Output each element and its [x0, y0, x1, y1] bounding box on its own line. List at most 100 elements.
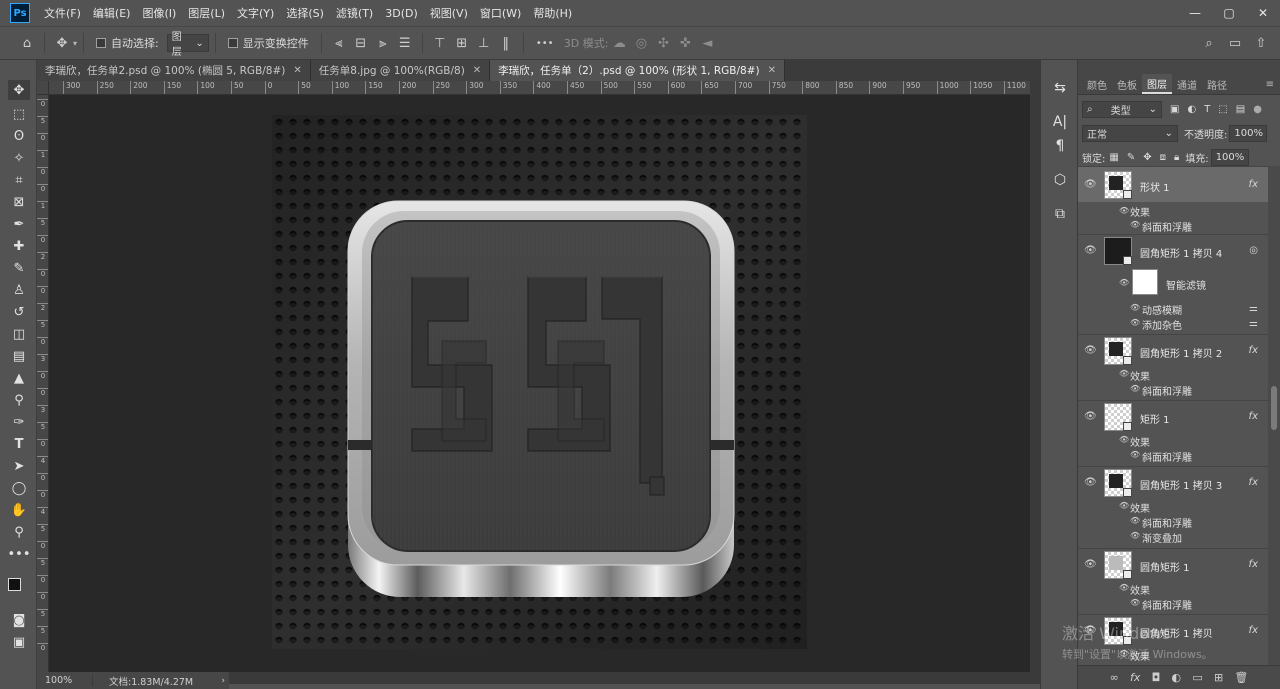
menu-window[interactable]: 窗口(W) [474, 5, 527, 21]
vertical-scrollbar[interactable] [1030, 81, 1040, 672]
home-icon[interactable]: ⌂ [16, 32, 38, 54]
hand-tool-icon[interactable]: ✋ [8, 500, 30, 520]
distribute-h-icon[interactable]: ☰ [394, 32, 416, 54]
history-brush-tool-icon[interactable]: ↺ [8, 302, 30, 322]
tab-paths[interactable]: 路径 [1202, 74, 1232, 94]
menu-filter[interactable]: 滤镜(T) [330, 5, 379, 21]
share-icon[interactable]: ⇧ [1250, 32, 1272, 54]
add-style-icon[interactable]: fx [1130, 671, 1140, 684]
opacity-input[interactable]: 100% [1229, 124, 1268, 142]
3d-pan-icon[interactable]: ✣ [652, 32, 674, 54]
3d-slide-icon[interactable]: ✜ [674, 32, 696, 54]
document-canvas[interactable] [272, 115, 807, 649]
visibility-eye-icon[interactable]: 👁︎ [1130, 318, 1140, 327]
crop-tool-icon[interactable]: ⌗ [8, 170, 30, 190]
screen-mode-icon[interactable]: ▣ [8, 632, 30, 652]
layer-name[interactable]: 圆角矩形 1 拷贝 4 [1140, 245, 1222, 260]
magic-wand-tool-icon[interactable]: ✧ [8, 148, 30, 168]
filter-shape-icon[interactable]: ⬚ [1218, 104, 1227, 115]
smart-filter-icon[interactable]: ◎ [1249, 245, 1258, 256]
blend-mode-dropdown[interactable]: 正常 ⌄ [1082, 124, 1178, 142]
more-options-icon[interactable]: ••• [530, 32, 560, 54]
vertical-ruler[interactable]: 0 5 0 1 0 0 1 5 0 2 0 0 2 5 0 3 0 0 3 5 0 4 0 0 4 5 0 5 0 0 5 5 0 [37, 95, 49, 672]
distribute-v-icon[interactable]: ‖ [495, 32, 517, 54]
layer-name[interactable]: 矩形 1 [1140, 411, 1170, 426]
character-panel-icon[interactable]: A| [1050, 112, 1070, 132]
layer-row[interactable]: 👁︎ 矩形 1 fx [1078, 400, 1268, 432]
lock-artboard-icon[interactable]: ⧈ [1160, 152, 1166, 163]
link-layers-icon[interactable]: ∞ [1110, 671, 1119, 684]
visibility-eye-icon[interactable]: 👁︎ [1084, 477, 1097, 488]
fx-icon[interactable]: fx [1249, 179, 1258, 190]
fx-icon[interactable]: fx [1249, 477, 1258, 488]
tab-channels[interactable]: 通道 [1172, 74, 1202, 94]
layer-name[interactable]: 形状 1 [1140, 179, 1170, 194]
visibility-eye-icon[interactable]: 👁︎ [1084, 559, 1097, 570]
new-group-icon[interactable]: ▭ [1192, 671, 1202, 684]
menu-file[interactable]: 文件(F) [38, 5, 87, 21]
tab-document-3[interactable]: 李瑞欣，任务单（2）.psd @ 100% (形状 1, RGB/8#) ✕ [490, 60, 785, 81]
move-tool-icon[interactable]: ✥ [8, 80, 30, 100]
close-icon[interactable]: ✕ [473, 65, 481, 76]
menu-help[interactable]: 帮助(H) [527, 5, 578, 21]
visibility-eye-icon[interactable]: 👁︎ [1119, 501, 1129, 510]
zoom-level[interactable]: 100% [37, 675, 93, 686]
visibility-eye-icon[interactable]: 👁︎ [1130, 531, 1140, 540]
tab-color[interactable]: 颜色 [1082, 74, 1112, 94]
chevron-right-icon[interactable]: › [221, 676, 225, 686]
visibility-eye-icon[interactable]: 👁︎ [1119, 278, 1129, 287]
quick-mask-icon[interactable]: ◙ [8, 610, 30, 630]
brush-tool-icon[interactable]: ✎ [8, 258, 30, 278]
align-middle-icon[interactable]: ⊞ [451, 32, 473, 54]
blur-tool-icon[interactable]: ▲ [8, 368, 30, 388]
edit-toolbar-icon[interactable]: ••• [8, 544, 31, 564]
visibility-eye-icon[interactable]: 👁︎ [1130, 516, 1140, 525]
visibility-eye-icon[interactable]: 👁︎ [1084, 411, 1097, 422]
fill-input[interactable]: 100% [1210, 148, 1249, 166]
filter-smart-object-icon[interactable]: ▤ [1236, 104, 1245, 115]
3d-roll-icon[interactable]: ◎ [630, 32, 652, 54]
fx-icon[interactable]: fx [1249, 345, 1258, 356]
layer-row[interactable]: 👁︎ 形状 1 fx [1078, 166, 1268, 202]
paragraph-panel-icon[interactable]: ¶ [1050, 136, 1070, 156]
filter-adjustment-icon[interactable]: ◐ [1187, 104, 1196, 115]
visibility-eye-icon[interactable]: 👁︎ [1130, 598, 1140, 607]
visibility-eye-icon[interactable]: 👁︎ [1130, 384, 1140, 393]
align-right-icon[interactable]: ⫸ [372, 32, 394, 54]
stamp-tool-icon[interactable]: ♙ [8, 280, 30, 300]
visibility-eye-icon[interactable]: 👁︎ [1130, 220, 1140, 229]
filter-type-icon[interactable]: T [1204, 104, 1210, 115]
3d-panel-icon[interactable]: ⬡ [1050, 170, 1070, 190]
foreground-color-swatch[interactable] [8, 578, 21, 591]
menu-layer[interactable]: 图层(L) [182, 5, 231, 21]
3d-orbit-icon[interactable]: ☁ [608, 32, 630, 54]
close-icon[interactable]: ✕ [1246, 0, 1280, 26]
dodge-tool-icon[interactable]: ⚲ [8, 390, 30, 410]
menu-image[interactable]: 图像(I) [136, 5, 182, 21]
visibility-eye-icon[interactable]: 👁︎ [1084, 345, 1097, 356]
menu-view[interactable]: 视图(V) [424, 5, 474, 21]
healing-brush-tool-icon[interactable]: ✚ [8, 236, 30, 256]
close-icon[interactable]: ✕ [768, 65, 776, 76]
align-top-icon[interactable]: ⊤ [429, 32, 451, 54]
lasso-tool-icon[interactable]: ʘ [8, 126, 30, 146]
layer-name[interactable]: 圆角矩形 1 [1140, 559, 1190, 574]
eraser-tool-icon[interactable]: ◫ [8, 324, 30, 344]
history-panel-icon[interactable]: ⇆ [1050, 78, 1070, 98]
align-bottom-icon[interactable]: ⊥ [473, 32, 495, 54]
auto-select-dropdown[interactable]: 图层 ⌄ [166, 32, 209, 58]
show-transform-checkbox[interactable] [227, 38, 238, 48]
visibility-eye-icon[interactable]: 👁︎ [1119, 435, 1129, 444]
lock-all-icon[interactable]: 🔒︎ [1174, 152, 1179, 163]
lock-transparent-icon[interactable]: ▦ [1109, 152, 1118, 163]
layer-row[interactable]: 👁︎ 圆角矩形 1 拷贝 4 ◎ [1078, 234, 1268, 266]
filter-options-icon[interactable]: ⚌ [1249, 303, 1258, 314]
marquee-tool-icon[interactable]: ⬚ [8, 104, 30, 124]
menu-3d[interactable]: 3D(D) [379, 7, 424, 20]
fx-icon[interactable]: fx [1249, 625, 1258, 636]
visibility-eye-icon[interactable]: 👁︎ [1130, 450, 1140, 459]
ruler-origin[interactable] [37, 81, 49, 95]
tab-layers[interactable]: 图层 [1142, 74, 1172, 94]
delete-layer-icon[interactable]: 🗑︎ [1234, 671, 1248, 684]
3d-scale-icon[interactable]: ◄ [696, 32, 718, 54]
